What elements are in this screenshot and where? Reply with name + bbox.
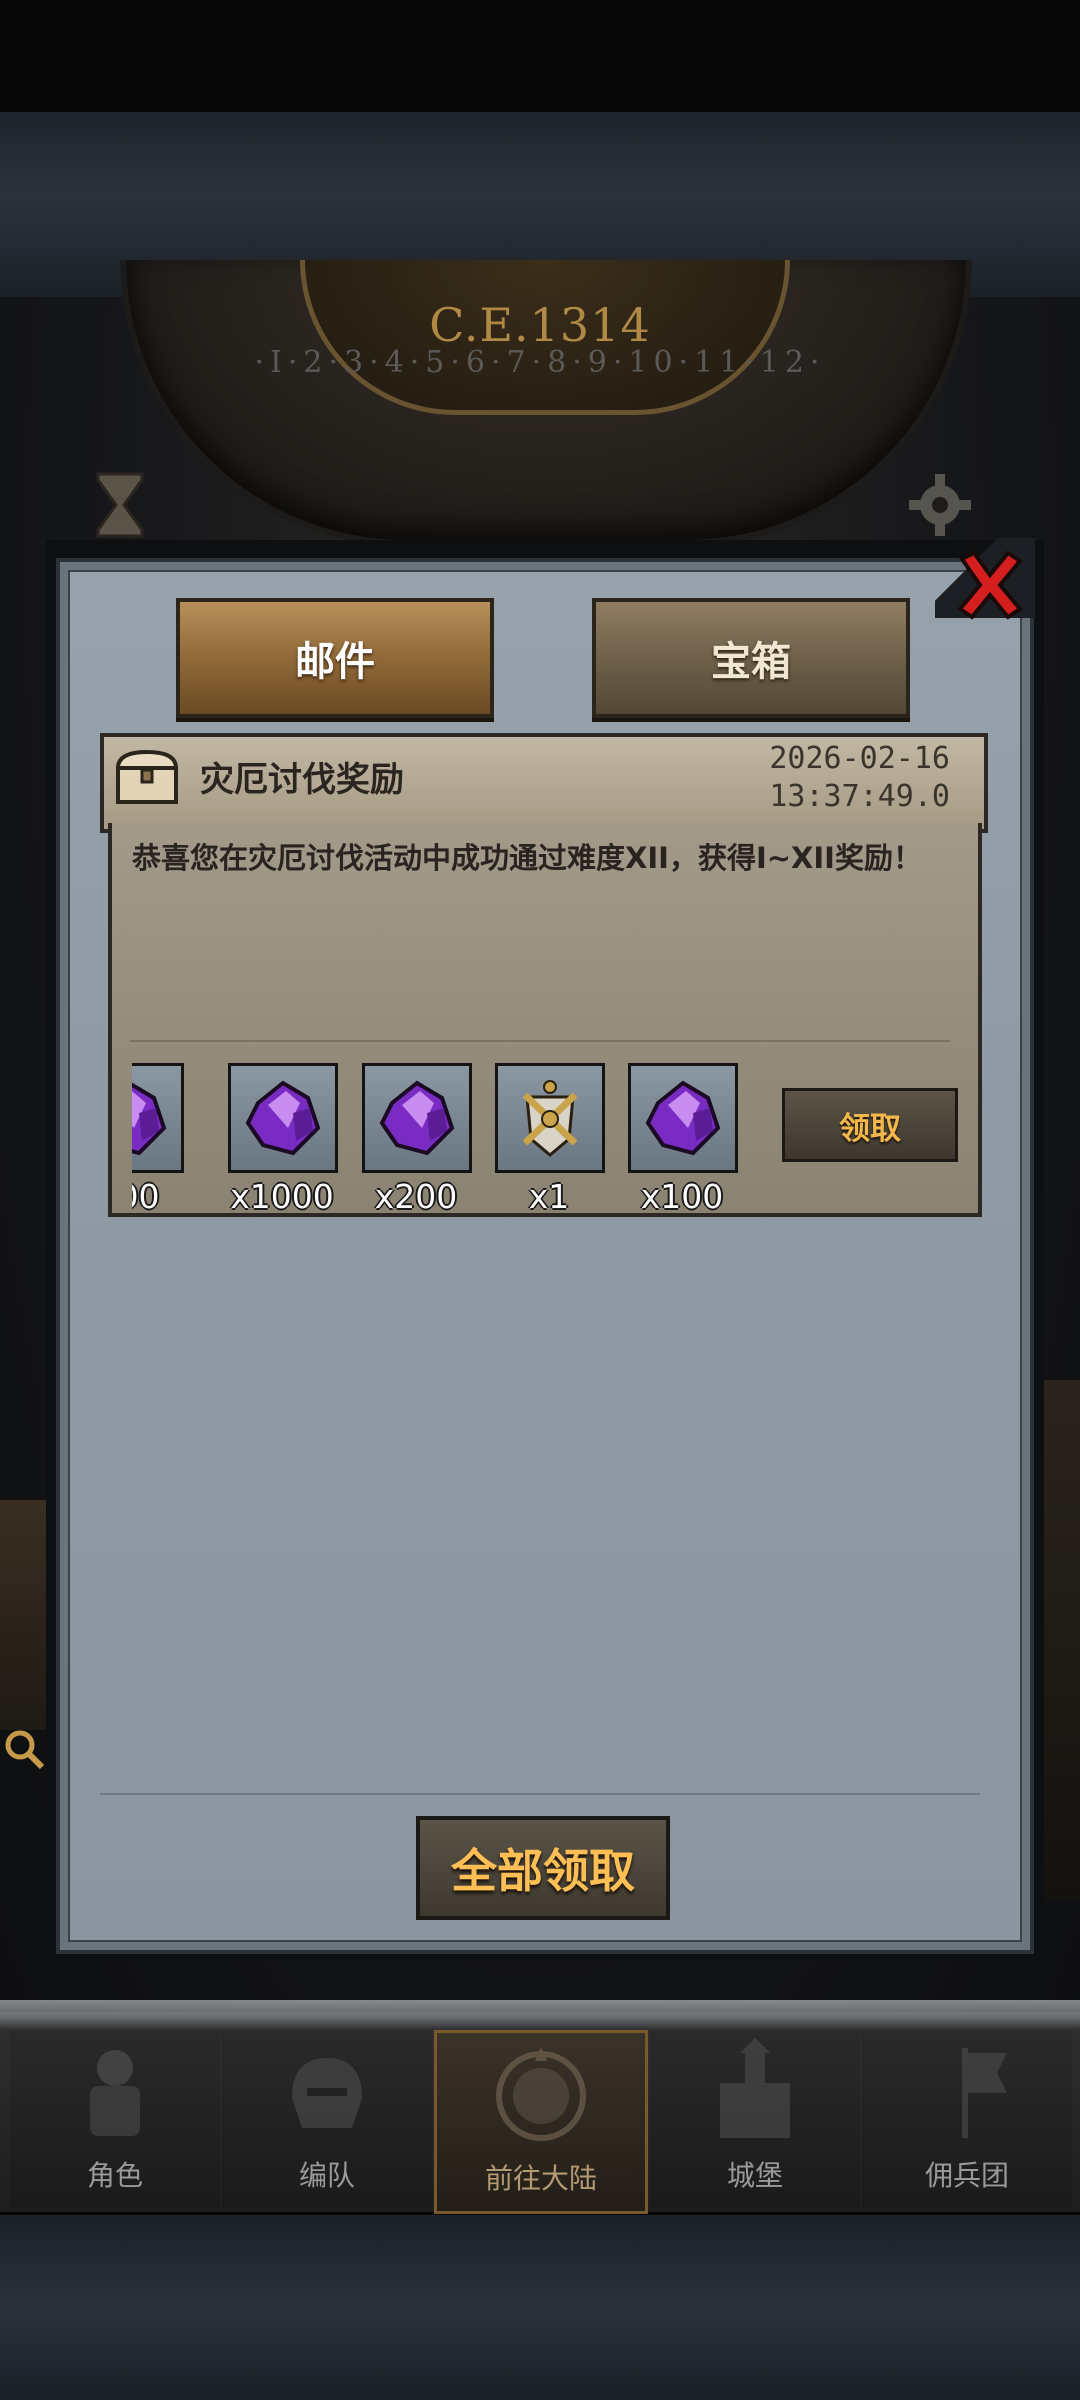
claim-button[interactable]: 领取 <box>782 1088 958 1162</box>
nav-label: 角色 <box>86 2159 143 2192</box>
snow-edge <box>0 2000 1080 2030</box>
nav-item-mercenary[interactable]: 佣兵团 <box>862 2030 1072 2208</box>
castle-icon <box>720 2038 790 2138</box>
divider <box>100 1793 980 1795</box>
claim-all-button[interactable]: 全部领取 <box>416 1816 670 1920</box>
hourglass-icon[interactable] <box>90 470 150 540</box>
search-icon[interactable] <box>0 1725 46 1771</box>
reward-item[interactable]: x100 <box>628 1063 738 1216</box>
reward-slot <box>628 1063 738 1173</box>
purple-crystal-icon <box>645 1080 721 1156</box>
compass-icon <box>496 2047 586 2141</box>
mail-time: 13:37:49.0 <box>769 779 950 814</box>
mail-timestamp: 2026-02-16 13:37:49.0 <box>660 740 950 816</box>
nav-item-character[interactable]: 角色 <box>10 2030 220 2208</box>
nav-label: 前往大陆 <box>484 2162 597 2195</box>
purple-crystal-icon <box>379 1080 455 1156</box>
reward-slot <box>495 1063 605 1173</box>
tab-chest[interactable]: 宝箱 <box>592 598 910 718</box>
mail-date: 2026-02-16 <box>769 741 950 776</box>
purple-crystal-icon <box>132 1082 167 1156</box>
left-side-character-art <box>0 1500 48 1730</box>
reward-item[interactable]: x1 <box>495 1063 605 1216</box>
reward-item[interactable]: x1000 <box>228 1063 338 1216</box>
mail-title: 灾厄讨伐奖励 <box>200 760 404 800</box>
reward-list[interactable]: 800 x1000 x200 <box>132 1060 752 1230</box>
stone-footer-band <box>0 2215 1080 2400</box>
chest-icon <box>115 749 179 804</box>
reward-quantity: 800 <box>132 1177 160 1216</box>
divider <box>130 1040 950 1042</box>
nav-item-continent[interactable]: 前往大陆 <box>434 2030 648 2214</box>
reward-item[interactable]: 800 <box>132 1063 184 1216</box>
nav-item-formation[interactable]: 编队 <box>222 2030 432 2208</box>
era-label: C.E.1314 <box>429 298 651 352</box>
nav-item-castle[interactable]: 城堡 <box>650 2030 860 2208</box>
status-bar-area <box>0 0 1080 112</box>
nav-label: 佣兵团 <box>924 2159 1009 2192</box>
crest-emblem-icon <box>522 1080 578 1157</box>
close-icon[interactable] <box>950 545 1030 625</box>
reward-slot <box>132 1063 184 1173</box>
purple-crystal-icon <box>245 1080 321 1156</box>
mail-message: 恭喜您在灾厄讨伐活动中成功通过难度XII，获得I~XII奖励！ <box>132 841 922 875</box>
reward-quantity: x100 <box>640 1177 724 1216</box>
gear-icon[interactable] <box>905 470 975 540</box>
tab-mail[interactable]: 邮件 <box>176 598 494 718</box>
knight-icon <box>90 2050 140 2136</box>
era-numerals: ·I·2·3·4·5·6·7·8·9·10·11·12· <box>254 345 826 380</box>
helmet-icon <box>292 2058 362 2128</box>
reward-slot <box>228 1063 338 1173</box>
reward-slot <box>362 1063 472 1173</box>
banner-icon <box>962 2048 1007 2138</box>
reward-item[interactable]: x200 <box>362 1063 472 1216</box>
nav-label: 编队 <box>298 2159 355 2192</box>
nav-label: 城堡 <box>726 2159 783 2192</box>
